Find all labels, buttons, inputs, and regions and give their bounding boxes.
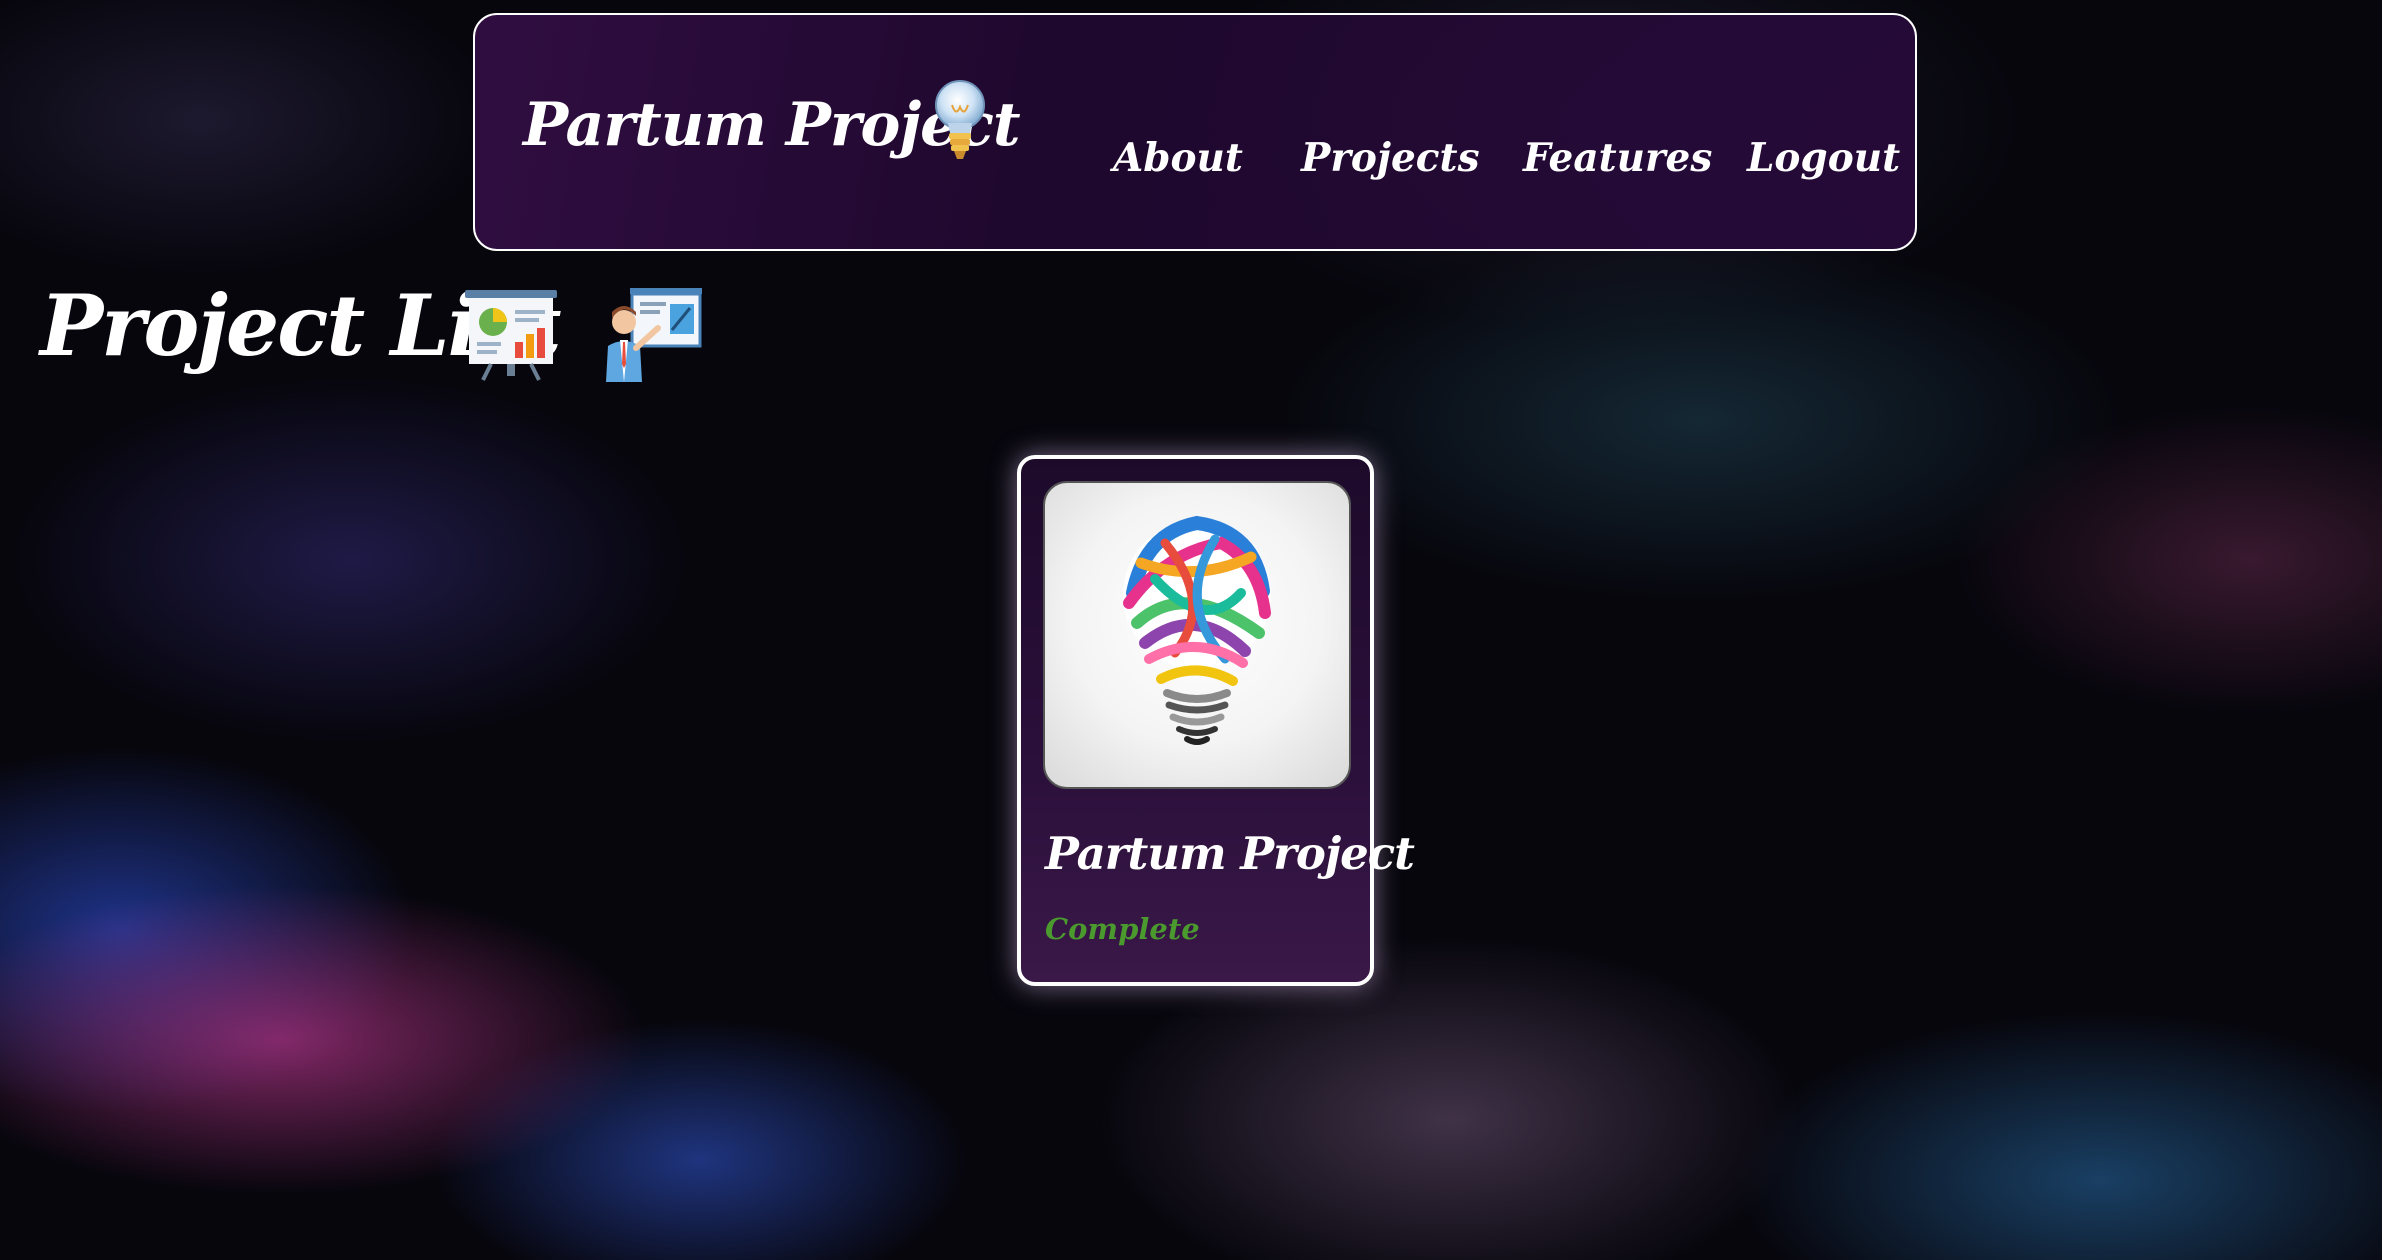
- navbar: Partum Project About Projects Features L…: [473, 13, 1917, 251]
- nav-link-projects[interactable]: Projects: [1301, 135, 1480, 181]
- nav-link-features[interactable]: Features: [1523, 135, 1712, 181]
- project-image: [1043, 481, 1351, 789]
- page: { "navbar": { "brand": "Partum Project",…: [0, 0, 2382, 1260]
- colorful-lightbulb-image: [1123, 515, 1271, 745]
- nav-link-logout[interactable]: Logout: [1747, 135, 1900, 181]
- chart-presentation-icon: [465, 290, 557, 381]
- nav-links: About Projects Features Logout: [475, 135, 1915, 195]
- project-card[interactable]: Partum Project Complete: [1017, 455, 1415, 986]
- presenter-icon: [606, 288, 702, 382]
- project-title: Partum Project: [1045, 827, 1415, 880]
- nav-link-about[interactable]: About: [1113, 135, 1243, 181]
- project-status: Complete: [1045, 912, 1200, 946]
